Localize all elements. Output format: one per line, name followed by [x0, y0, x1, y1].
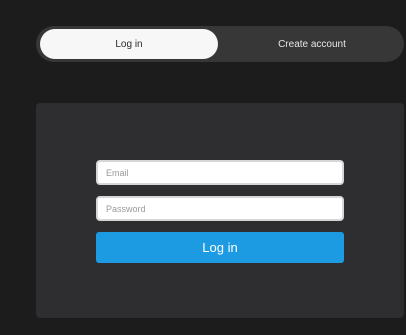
- auth-tab-bar: Log in Create account: [36, 26, 404, 62]
- password-field[interactable]: [96, 196, 344, 221]
- log-in-button[interactable]: Log in: [96, 232, 344, 263]
- login-screen: Log in Create account Log in: [0, 0, 406, 335]
- tab-create-account[interactable]: Create account: [222, 26, 402, 62]
- login-form-panel: Log in: [36, 103, 404, 318]
- email-field[interactable]: [96, 160, 344, 185]
- tab-log-in[interactable]: Log in: [40, 29, 218, 59]
